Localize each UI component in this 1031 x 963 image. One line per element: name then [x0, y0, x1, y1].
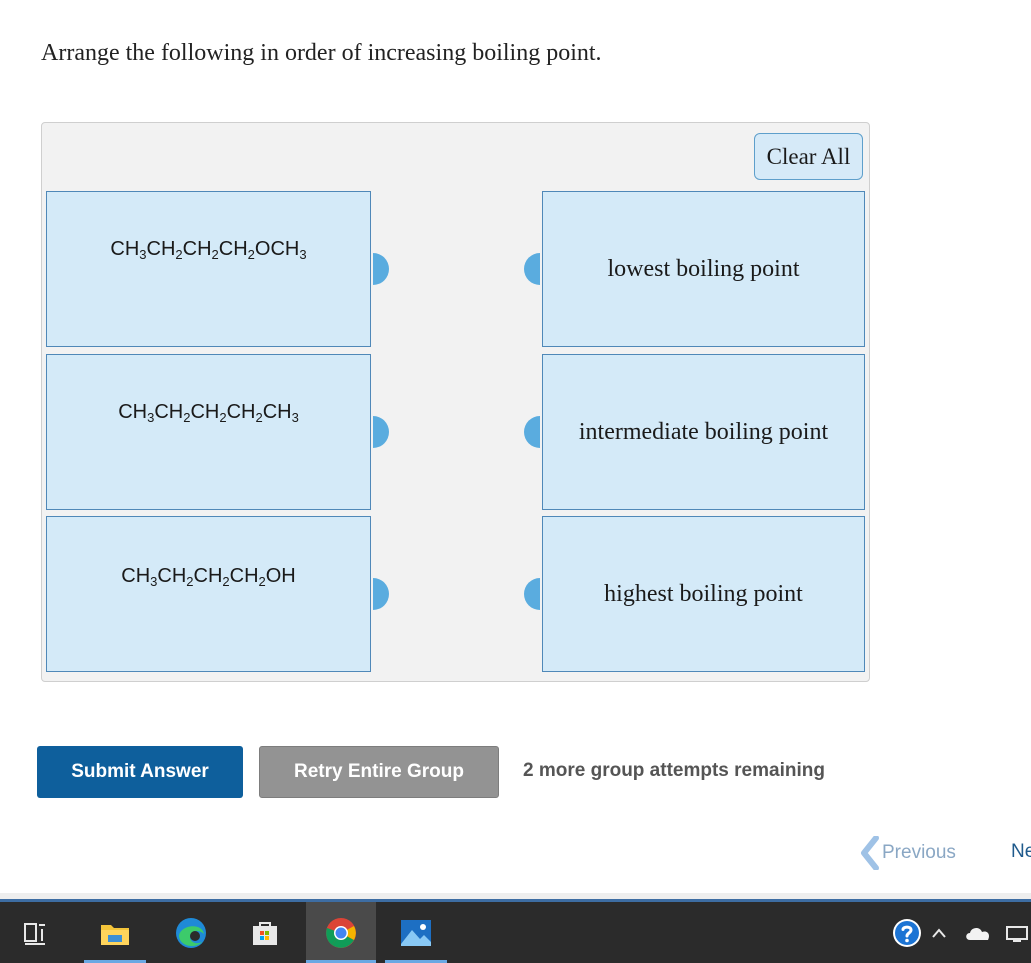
photos-button[interactable] [385, 902, 447, 963]
drop-target-lowest[interactable]: lowest boiling point [542, 191, 865, 347]
windows-taskbar [0, 899, 1031, 963]
next-link[interactable]: Ne [1011, 841, 1031, 863]
network-button[interactable] [1000, 902, 1031, 963]
file-explorer-button[interactable] [84, 902, 146, 963]
file-explorer-icon [101, 924, 129, 945]
show-hidden-icons-chevron-icon [932, 927, 946, 938]
target-label: intermediate boiling point [578, 418, 829, 445]
clear-all-button[interactable]: Clear All [754, 133, 863, 180]
photos-app-icon [401, 919, 431, 946]
attempts-remaining-text: 2 more group attempts remaining [523, 760, 825, 781]
drop-target-intermediate[interactable]: intermediate boiling point [542, 354, 865, 510]
previous-link-label: Previous [882, 842, 956, 863]
task-view-icon [24, 922, 45, 945]
previous-link[interactable]: Previous [860, 836, 956, 870]
chevron-left-icon [861, 836, 879, 870]
formula-label: CH3CH2CH2CH2OH [121, 565, 296, 589]
network-icon [1005, 925, 1028, 942]
submit-answer-button[interactable]: Submit Answer [37, 746, 243, 798]
target-label: lowest boiling point [607, 255, 800, 282]
edge-browser-icon [176, 917, 206, 948]
microsoft-store-button[interactable] [234, 902, 296, 963]
retry-entire-group-button[interactable]: Retry Entire Group [259, 746, 499, 798]
draggable-item-2[interactable]: CH3CH2CH2CH2CH3 [46, 354, 371, 510]
microsoft-store-icon [253, 921, 277, 945]
formula-label: CH3CH2CH2CH2CH3 [118, 401, 299, 425]
question-text: Arrange the following in order of increa… [41, 40, 602, 66]
target-label: highest boiling point [604, 580, 803, 607]
onedrive-button[interactable] [958, 902, 998, 963]
show-hidden-icons-button[interactable] [924, 902, 954, 963]
onedrive-cloud-icon [966, 927, 990, 940]
draggable-item-3[interactable]: CH3CH2CH2CH2OH [46, 516, 371, 672]
edge-button[interactable] [160, 902, 222, 963]
task-view-button[interactable] [4, 902, 66, 963]
chrome-button[interactable] [306, 902, 376, 963]
chrome-browser-icon [326, 917, 356, 948]
formula-label: CH3CH2CH2CH2OCH3 [110, 238, 307, 262]
help-icon [893, 918, 921, 947]
drop-target-highest[interactable]: highest boiling point [542, 516, 865, 672]
draggable-item-1[interactable]: CH3CH2CH2CH2OCH3 [46, 191, 371, 347]
